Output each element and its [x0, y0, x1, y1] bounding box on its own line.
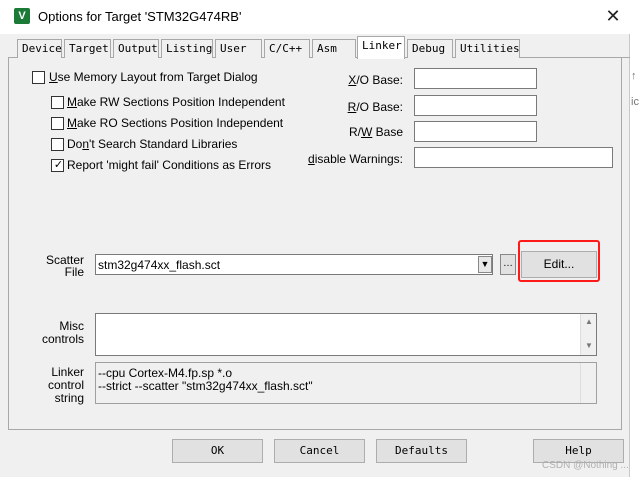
dont-search-libraries-checkbox[interactable] [51, 138, 64, 151]
tab-target[interactable]: Target [64, 39, 111, 58]
make-rw-checkbox[interactable] [51, 96, 64, 109]
scatter-file-value: stm32g474xx_flash.sct [98, 258, 221, 272]
watermark: CSDN @Nothing ... [542, 460, 629, 471]
use-memory-layout-label: Use Memory Layout from Target Dialog [49, 70, 258, 84]
linker-string-scrollbar[interactable] [580, 363, 596, 403]
linker-control-string-box: --cpu Cortex-M4.fp.sp *.o --strict --sca… [95, 362, 597, 404]
misc-controls-textarea[interactable]: ▲ ▼ [95, 313, 597, 356]
dont-search-libraries-label: Don't Search Standard Libraries [67, 137, 238, 151]
ok-button[interactable]: OK [172, 439, 263, 463]
background-edge-text: ↑ [631, 70, 637, 82]
ro-base-input[interactable] [414, 95, 537, 116]
misc-controls-label: Misc controls [41, 319, 84, 346]
linker-string-line-1: --cpu Cortex-M4.fp.sp *.o [98, 366, 233, 380]
tab-linker[interactable]: Linker [357, 36, 405, 59]
xo-base-input[interactable] [414, 68, 537, 89]
tab-listing[interactable]: Listing [161, 39, 213, 58]
disable-warnings-label: disable Warnings: [308, 152, 403, 166]
ro-base-label: R/O Base: [347, 100, 403, 114]
make-rw-label: Make RW Sections Position Independent [67, 95, 285, 109]
linker-control-string-label: Linker control string [47, 365, 84, 405]
title-bar: V Options for Target 'STM32G474RB' ✕ [0, 0, 630, 34]
might-fail-label: Report 'might fail' Conditions as Errors [67, 158, 271, 172]
dropdown-arrow-icon[interactable]: ▼ [478, 256, 492, 273]
rw-base-input[interactable] [414, 121, 537, 142]
xo-base-label: X/O Base: [348, 73, 403, 87]
options-dialog: V Options for Target 'STM32G474RB' ✕ Dev… [0, 0, 630, 477]
tab-user[interactable]: User [215, 39, 262, 58]
edit-button-label: Edit... [543, 257, 575, 271]
window-title: Options for Target 'STM32G474RB' [38, 9, 242, 24]
disable-warnings-input[interactable] [414, 147, 613, 168]
rw-base-label: R/W Base [348, 125, 403, 139]
defaults-button[interactable]: Defaults [376, 439, 467, 463]
misc-scrollbar[interactable]: ▲ ▼ [580, 314, 596, 355]
checkmark-icon: ✓ [53, 159, 64, 171]
edit-scatter-button[interactable]: Edit... [521, 251, 597, 278]
tab-output[interactable]: Output [113, 39, 159, 58]
linker-string-line-2: --strict --scatter "stm32g474xx_flash.sc… [98, 379, 313, 393]
cancel-button[interactable]: Cancel [274, 439, 365, 463]
tab-asm[interactable]: Asm [312, 39, 356, 58]
background-edge-text: ic [631, 96, 639, 108]
scatter-file-label: Scatter File [45, 253, 84, 279]
scroll-down-icon[interactable]: ▼ [581, 341, 597, 350]
make-ro-checkbox[interactable] [51, 117, 64, 130]
close-button[interactable]: ✕ [598, 2, 628, 30]
tab-device[interactable]: Device [17, 39, 62, 58]
tab-debug[interactable]: Debug [407, 39, 453, 58]
browse-scatter-button[interactable]: … [500, 254, 516, 275]
might-fail-checkbox[interactable]: ✓ [51, 159, 64, 172]
use-memory-layout-checkbox[interactable] [32, 71, 45, 84]
keil-app-icon: V [14, 8, 30, 24]
scatter-file-combobox[interactable]: stm32g474xx_flash.sct ▼ [95, 254, 493, 275]
tab-c-cpp[interactable]: C/C++ [264, 39, 310, 58]
scroll-up-icon[interactable]: ▲ [581, 317, 597, 326]
tab-utilities[interactable]: Utilities [455, 39, 520, 58]
make-ro-label: Make RO Sections Position Independent [67, 116, 284, 130]
